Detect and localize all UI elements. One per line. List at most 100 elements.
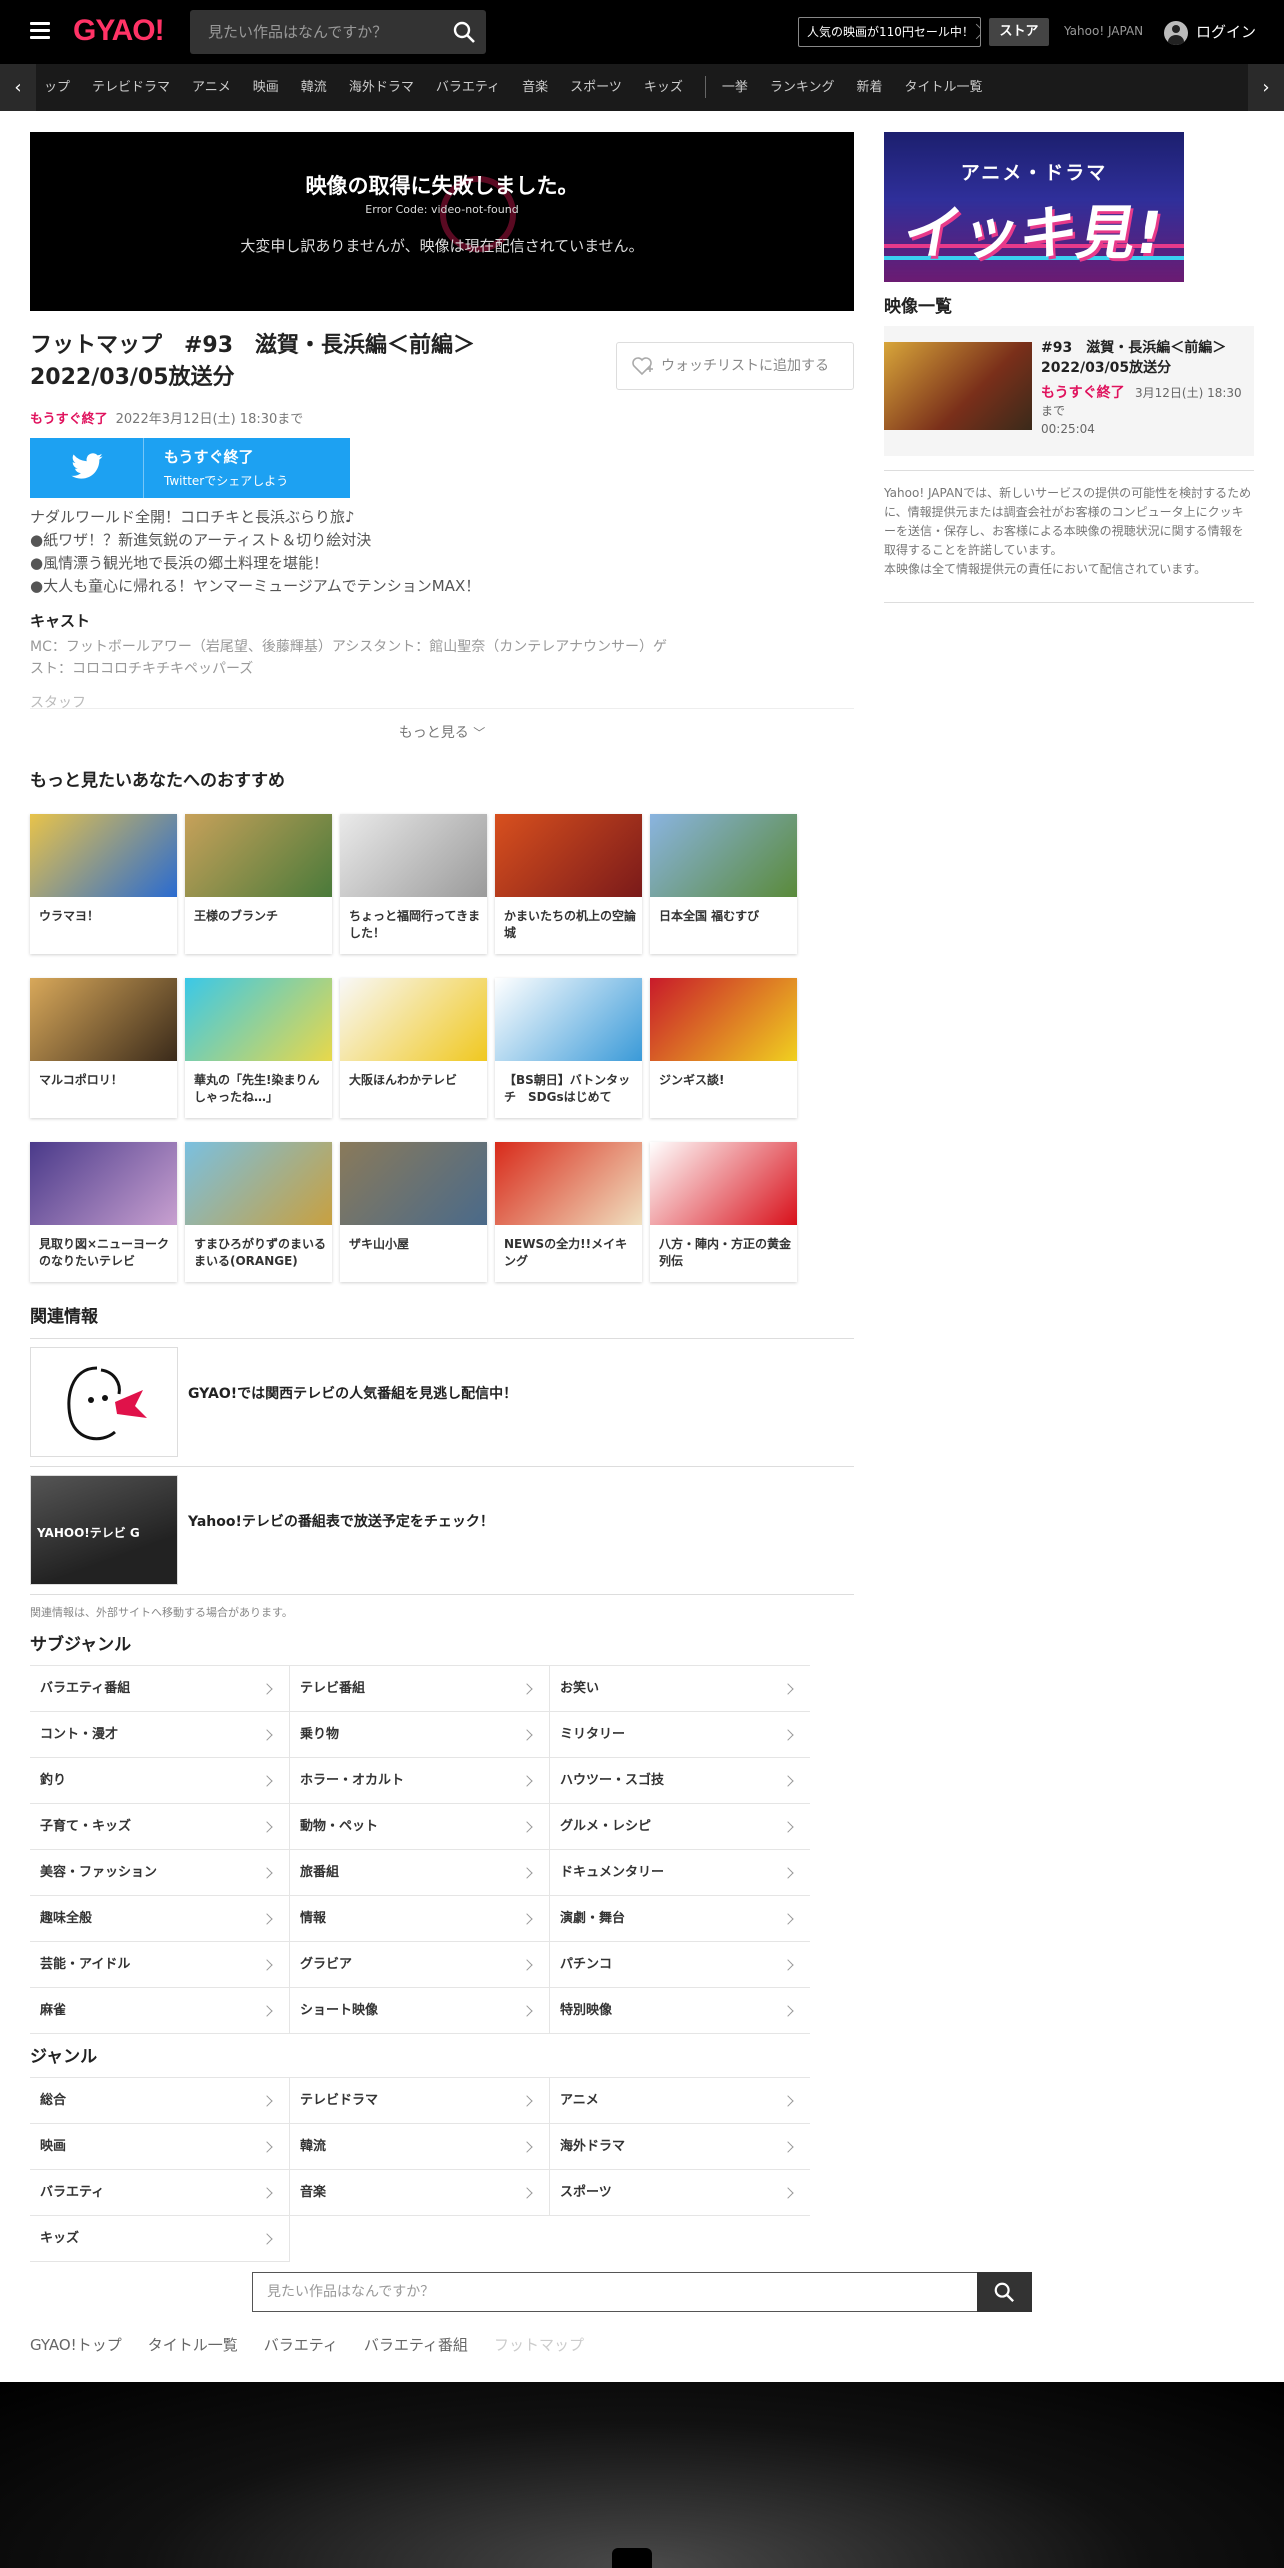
yahoo-tv-thumbnail[interactable]: YAHOO!テレビ G [30, 1475, 178, 1585]
genre-link[interactable]: 趣味全般 [30, 1896, 290, 1942]
nav-item[interactable]: キッズ [644, 64, 683, 111]
kantele-mascot-icon [67, 1366, 147, 1441]
availability-row: もうすぐ終了 2022年3月12日(土) 18:30まで [30, 408, 303, 427]
kantele-logo[interactable] [30, 1347, 178, 1457]
genre-link[interactable]: ホラー・オカルト [290, 1758, 550, 1804]
genre-link[interactable]: スポーツ [550, 2170, 810, 2216]
chevron-left-icon[interactable]: ‹ [0, 64, 36, 111]
twitter-bird-area [30, 438, 144, 498]
nav-item[interactable]: 一挙 [722, 64, 748, 111]
nav-item[interactable]: 映画 [253, 64, 279, 111]
breadcrumb-item[interactable]: バラエティ番組 [364, 2336, 468, 2354]
bottom-search-button[interactable] [977, 2272, 1032, 2312]
breadcrumb-item[interactable]: タイトル一覧 [148, 2336, 238, 2354]
genre-link[interactable]: ショート映像 [290, 1988, 550, 2034]
chevron-right-icon[interactable]: › [1248, 64, 1284, 111]
recommend-card[interactable]: すまひろがりずのまいるまいる(ORANGE) [185, 1142, 332, 1282]
video-thumbnail [884, 342, 1032, 430]
nav-item[interactable]: バラエティ [436, 64, 500, 111]
genre-link[interactable]: バラエティ番組 [30, 1666, 290, 1712]
breadcrumb-item[interactable]: バラエティ [264, 2336, 338, 2354]
genre-link[interactable]: 動物・ペット [290, 1804, 550, 1850]
login-button[interactable]: ログイン [1164, 18, 1256, 46]
genre-link[interactable]: 釣り [30, 1758, 290, 1804]
nav-item[interactable]: ランキング [770, 64, 835, 111]
genre-link[interactable]: 特別映像 [550, 1988, 810, 2034]
genre-link[interactable]: パチンコ [550, 1942, 810, 1988]
recommend-card[interactable]: 【BS朝日】バトンタッチ SDGsはじめて [495, 978, 642, 1118]
genre-link[interactable]: 子育て・キッズ [30, 1804, 290, 1850]
recommend-card[interactable]: かまいたちの机上の空論城 [495, 814, 642, 954]
recommend-thumbnail [495, 1142, 642, 1225]
footer-tab[interactable] [612, 2548, 652, 2568]
recommend-card[interactable]: 見取り図×ニューヨークのなりたいテレビ [30, 1142, 177, 1282]
genre-link[interactable]: 麻雀 [30, 1988, 290, 2034]
search-icon[interactable] [452, 20, 476, 44]
genre-link[interactable]: 情報 [290, 1896, 550, 1942]
related-link-kantele[interactable]: GYAO!では関西テレビの人気番組を見逃し配信中！ [188, 1383, 517, 1403]
genre-link[interactable]: 旅番組 [290, 1850, 550, 1896]
genre-nav: ‹ ップ テレビドラマ アニメ 映画 韓流 海外ドラマ バラエティ 音楽 スポーツ キッズ 一挙 ラン… [0, 64, 1284, 111]
bottom-search-input[interactable] [252, 2272, 977, 2312]
video-player[interactable]: 映像の取得に失敗しました。 Error Code: video-not-foun… [30, 132, 854, 311]
genre-link[interactable]: ドキュメンタリー [550, 1850, 810, 1896]
nav-item[interactable]: スポーツ [570, 64, 622, 111]
recommend-card[interactable]: 華丸の「先生!染まりんしゃったね…」 [185, 978, 332, 1118]
genre-link[interactable]: 総合 [30, 2078, 290, 2124]
show-more-button[interactable]: もっと見る ﹀ [0, 722, 884, 742]
twitter-share-button[interactable]: もうすぐ終了 Twitterでシェアしよう [30, 438, 350, 498]
nav-item[interactable]: 韓流 [301, 64, 327, 111]
recommend-card[interactable]: ウラマヨ！ [30, 814, 177, 954]
ikkimi-banner[interactable]: アニメ・ドラマ イッキ見! [884, 132, 1184, 282]
promo-banner[interactable]: 人気の映画が110円セール中！ [798, 17, 981, 47]
genre-link[interactable]: 音楽 [290, 2170, 550, 2216]
menu-icon[interactable] [30, 22, 50, 40]
recommend-card[interactable]: ザキ山小屋 [340, 1142, 487, 1282]
gyao-logo[interactable]: GYAO! [73, 14, 165, 48]
recommend-card[interactable]: マルコポロリ！ [30, 978, 177, 1118]
nav-item[interactable]: ップ [44, 64, 70, 111]
recommend-card[interactable]: 日本全国 福むすび [650, 814, 797, 954]
recommend-card[interactable]: 八方・陣内・方正の黄金列伝 [650, 1142, 797, 1282]
genre-link[interactable]: 海外ドラマ [550, 2124, 810, 2170]
cast-body: MC：フットボールアワー（岩尾望、後藤輝基）アシスタント：館山聖奈（カンテレアナ… [30, 639, 668, 677]
add-watchlist-button[interactable]: ウォッチリストに追加する [616, 342, 854, 390]
search-input[interactable] [190, 10, 440, 54]
recommend-card[interactable]: ジンギス談! [650, 978, 797, 1118]
recommend-card[interactable]: 王様のブランチ [185, 814, 332, 954]
nav-item[interactable]: テレビドラマ [92, 64, 170, 111]
genre-link[interactable]: ハウツー・スゴ技 [550, 1758, 810, 1804]
genre-link[interactable]: ミリタリー [550, 1712, 810, 1758]
global-header: GYAO! 人気の映画が110円セール中！ ストア Yahoo! JAPAN ロ… [0, 0, 1284, 64]
recommend-card[interactable]: ちょっと福岡行ってきました！ [340, 814, 487, 954]
genre-link[interactable]: グラビア [290, 1942, 550, 1988]
genre-link[interactable]: テレビドラマ [290, 2078, 550, 2124]
breadcrumb-item[interactable]: GYAO!トップ [30, 2336, 122, 2354]
genre-link[interactable]: 芸能・アイドル [30, 1942, 290, 1988]
genre-link[interactable]: 韓流 [290, 2124, 550, 2170]
store-button[interactable]: ストア [989, 18, 1049, 46]
genre-link[interactable]: 映画 [30, 2124, 290, 2170]
genre-link[interactable]: グルメ・レシピ [550, 1804, 810, 1850]
video-list-item[interactable]: #93 滋賀・長浜編＜前編＞ 2022/03/05放送分 もうすぐ終了 3月12… [884, 326, 1254, 456]
genre-link[interactable]: コント・漫才 [30, 1712, 290, 1758]
show-more-label: もっと見る [398, 725, 469, 741]
genre-link[interactable]: キッズ [30, 2216, 290, 2262]
related-link-yahoo-tv[interactable]: Yahoo!テレビの番組表で放送予定をチェック！ [188, 1511, 494, 1531]
genre-link[interactable]: テレビ番組 [290, 1666, 550, 1712]
genre-link[interactable]: 乗り物 [290, 1712, 550, 1758]
nav-item[interactable]: アニメ [192, 64, 231, 111]
genre-link[interactable]: アニメ [550, 2078, 810, 2124]
genre-link[interactable]: バラエティ [30, 2170, 290, 2216]
nav-item[interactable]: 音楽 [522, 64, 548, 111]
nav-item[interactable]: 海外ドラマ [349, 64, 414, 111]
recommend-card[interactable]: NEWSの全力!!メイキング [495, 1142, 642, 1282]
genre-link[interactable]: 美容・ファッション [30, 1850, 290, 1896]
genre-link[interactable]: 演劇・舞台 [550, 1896, 810, 1942]
yahoo-japan-link[interactable]: Yahoo! JAPAN [1064, 24, 1143, 38]
recommend-card[interactable]: 大阪ほんわかテレビ [340, 978, 487, 1118]
nav-item[interactable]: 新着 [856, 64, 882, 111]
nav-item[interactable]: タイトル一覧 [905, 64, 983, 111]
genre-nav-items: ップ テレビドラマ アニメ 映画 韓流 海外ドラマ バラエティ 音楽 スポーツ キッズ 一挙 ランキン… [36, 64, 1248, 111]
genre-link[interactable]: お笑い [550, 1666, 810, 1712]
